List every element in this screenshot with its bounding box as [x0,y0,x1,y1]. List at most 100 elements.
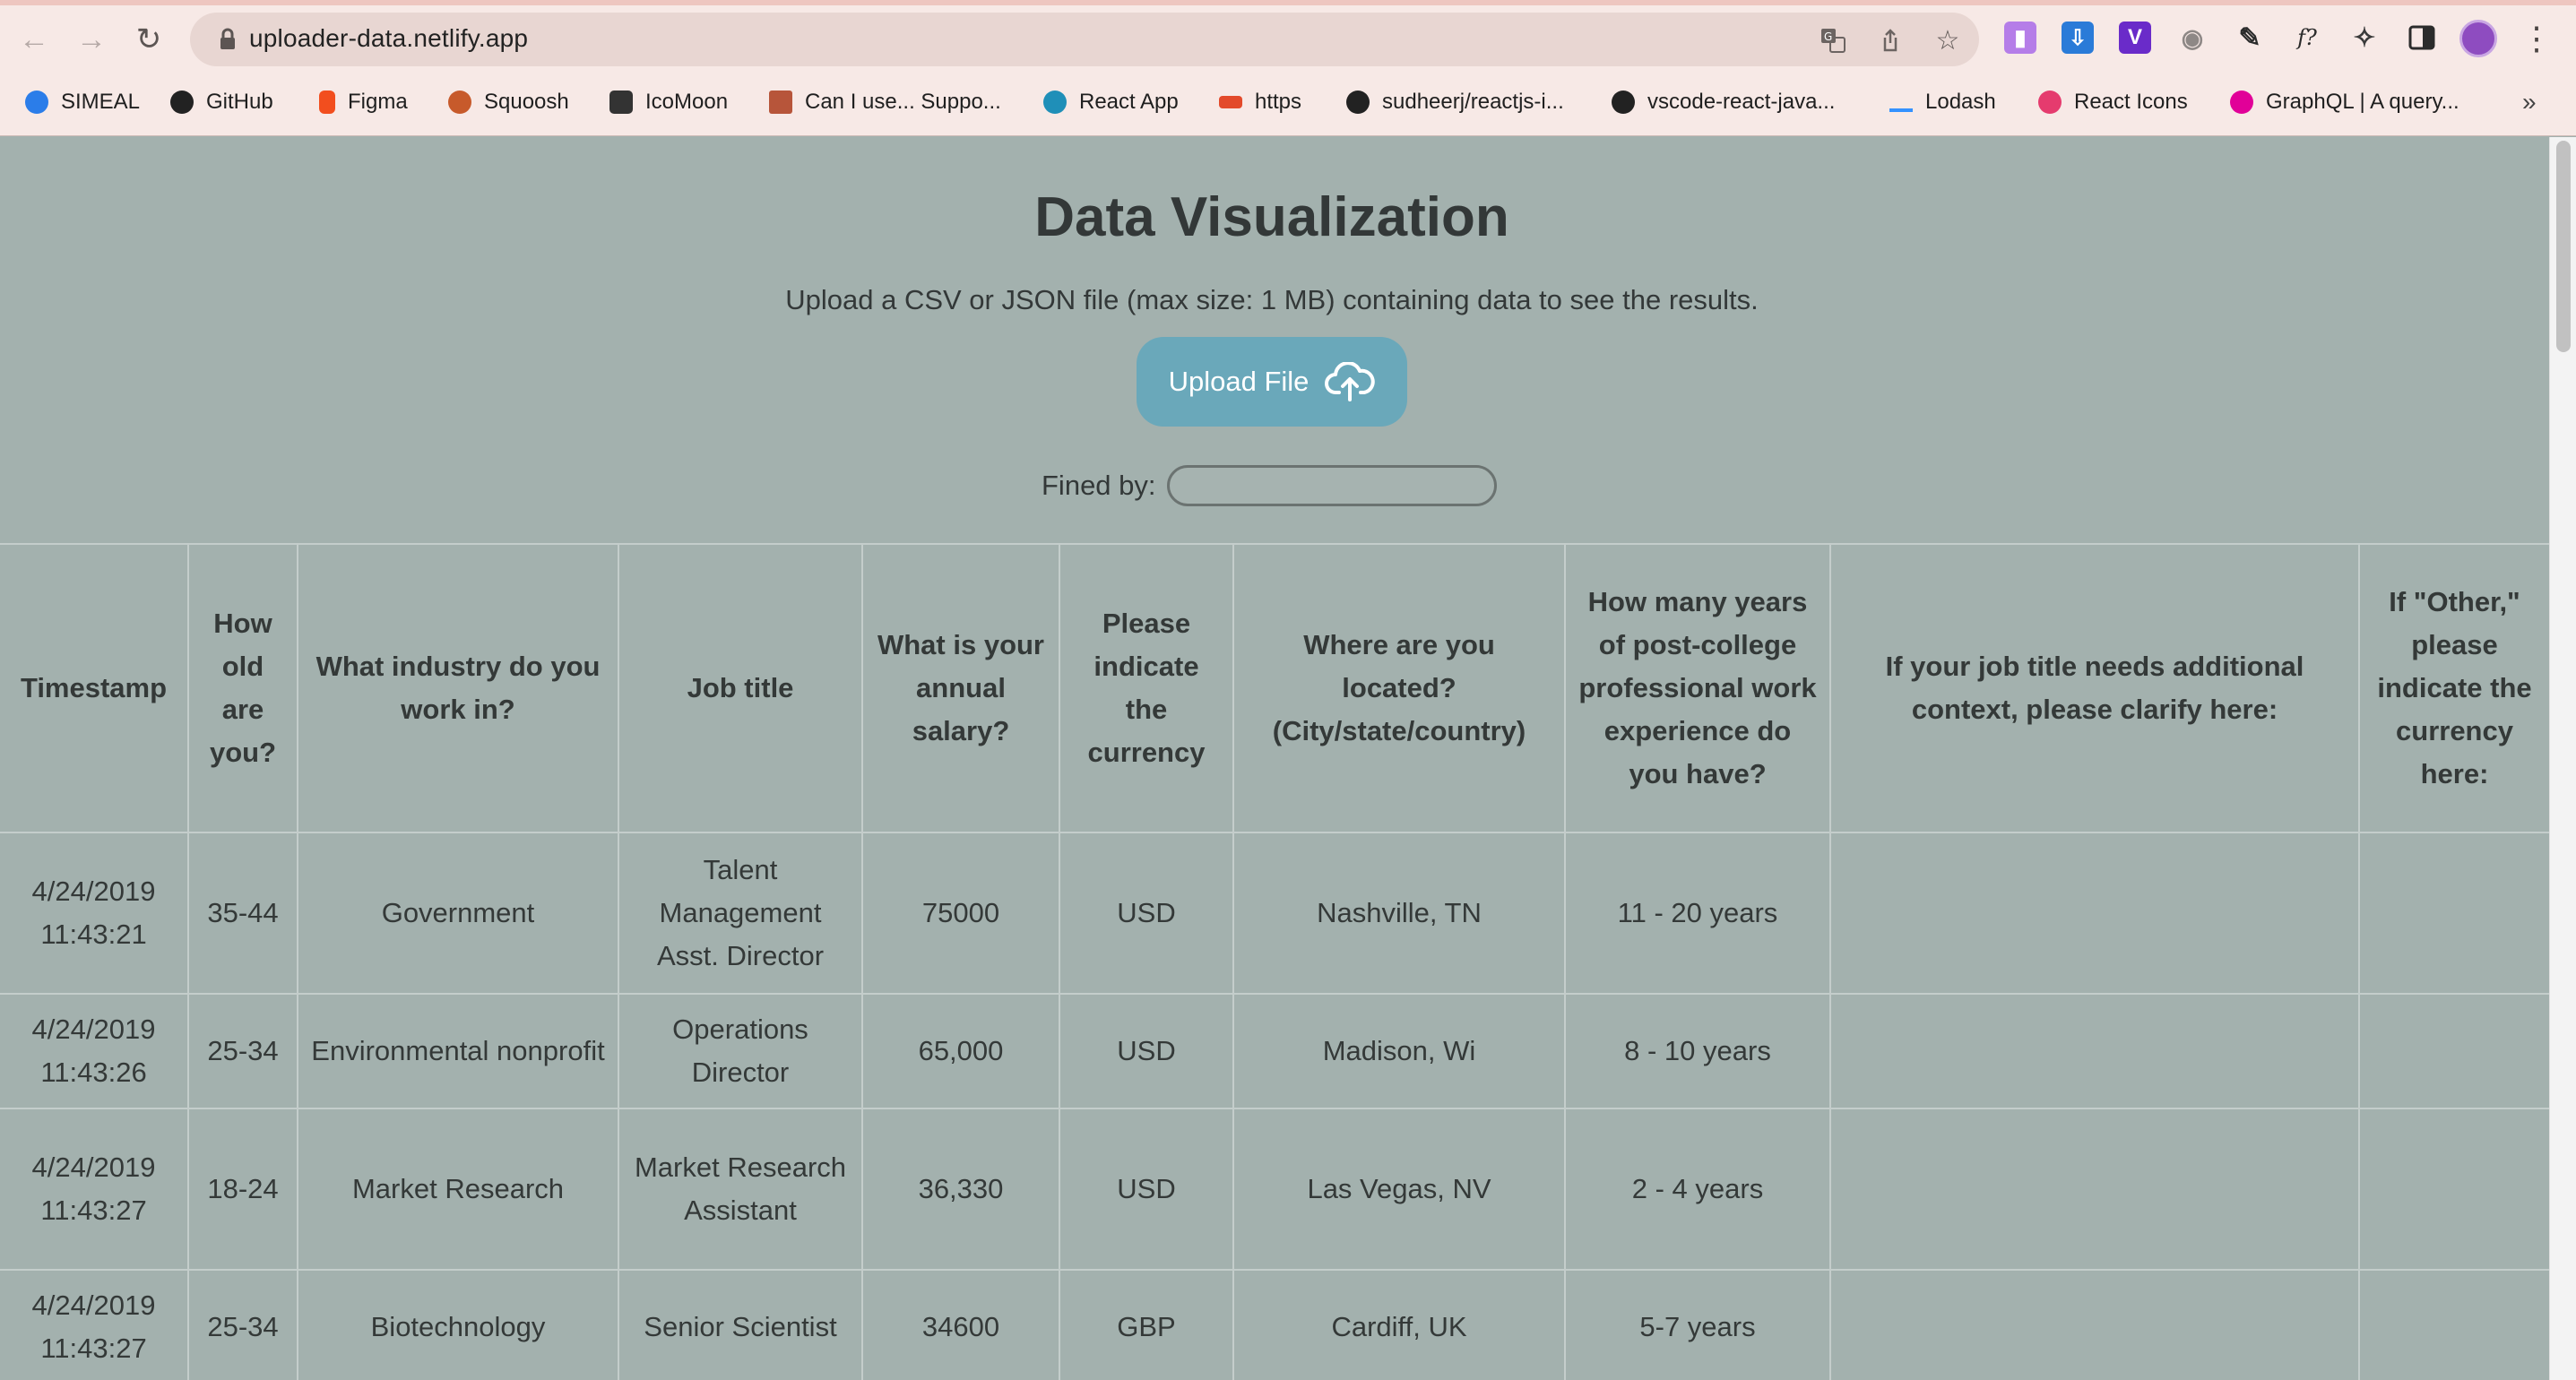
table-cell [2358,993,2549,1109]
scrollbar-thumb[interactable] [2556,141,2571,352]
lock-icon [220,28,235,49]
table-cell: USD [1059,993,1234,1109]
page-scrollbar[interactable] [2549,137,2576,1380]
color-picker-icon[interactable]: ✎ [2234,22,2266,54]
table-cell [1829,1269,2360,1380]
github-icon [170,91,194,114]
bookmark-item[interactable]: React App [1043,82,1179,122]
table-row: 4/24/2019 11:43:26 25-34 Environmental n… [0,993,2549,1109]
bookmark-item[interactable]: Figma [319,82,408,122]
https-icon [1219,96,1242,108]
bookmark-item[interactable]: Squoosh [448,82,569,122]
table-cell: Environmental nonprofit [297,993,619,1109]
column-header[interactable]: If your job title needs additional conte… [1829,543,2360,833]
table-header-row: Timestamp How old are you? What industry… [0,543,2549,833]
column-header[interactable]: What is your annual salary? [861,543,1060,833]
table-cell: USD [1059,1108,1234,1271]
table-cell: 4/24/2019 11:43:27 [0,1269,189,1380]
table-cell: Nashville, TN [1232,832,1566,995]
browser-chrome: ← → ↻ uploader-data.netlify.app G ☆ ▮ ⇩ … [0,0,2576,136]
extensions-puzzle-icon[interactable]: ✧ [2348,22,2381,54]
table-cell [2358,832,2549,995]
menu-kebab-icon[interactable]: ⋮ [2519,18,2554,59]
graphql-icon [2230,91,2253,114]
bookmark-item[interactable]: GraphQL | A query... [2230,82,2459,122]
table-row: 4/24/2019 11:43:21 35-44 Government Tale… [0,832,2549,995]
data-table: Timestamp How old are you? What industry… [0,543,2549,1380]
column-header[interactable]: If "Other," please indicate the currency… [2358,543,2549,833]
react-icon [1043,91,1067,114]
table-cell: 4/24/2019 11:43:26 [0,993,189,1109]
table-cell: 18-24 [187,1108,298,1271]
table-cell: 11 - 20 years [1564,832,1831,995]
svg-text:G: G [1824,30,1832,43]
extension-tag-icon[interactable]: ▮ [2004,22,2036,54]
table-row: 4/24/2019 11:43:27 25-34 Biotechnology S… [0,1269,2549,1380]
table-cell: Cardiff, UK [1232,1269,1566,1380]
table-cell [2358,1108,2549,1271]
column-header[interactable]: Where are you located? (City/state/count… [1232,543,1566,833]
camera-icon[interactable]: ◉ [2176,22,2209,54]
cloud-upload-icon [1325,362,1376,401]
address-url[interactable]: uploader-data.netlify.app [249,24,528,53]
bookmark-item[interactable]: sudheerj/reactjs-i... [1346,82,1564,122]
table-cell: 5-7 years [1564,1269,1831,1380]
table-cell: GBP [1059,1269,1234,1380]
table-cell: 4/24/2019 11:43:27 [0,1108,189,1271]
table-cell [1829,832,2360,995]
vimeo-extension-icon[interactable]: V [2119,22,2151,54]
translate-icon[interactable]: G [1818,25,1848,56]
page-content: Data Visualization Upload a CSV or JSON … [0,137,2549,1380]
table-cell [1829,1108,2360,1271]
bookmark-item[interactable]: GitHub [170,82,273,122]
lodash-icon [1889,108,1913,112]
bookmark-star-icon[interactable]: ☆ [1932,25,1963,56]
table-cell: 4/24/2019 11:43:21 [0,832,189,995]
table-cell: Madison, Wi [1232,993,1566,1109]
table-cell: Talent Management Asst. Director [618,832,863,995]
table-cell: Government [297,832,619,995]
bookmark-item[interactable]: IcoMoon [609,82,728,122]
bookmark-item[interactable]: SIMEAL [25,82,140,122]
bookmark-item[interactable]: Lodash [1889,82,1996,122]
forward-arrow-icon[interactable]: → [70,18,113,61]
bookmarks-overflow-chevron-icon[interactable]: » [2522,82,2537,122]
upload-file-button[interactable]: Upload File [1137,337,1407,427]
reload-icon[interactable]: ↻ [127,18,170,61]
bookmark-item[interactable]: Can I use... Suppo... [769,82,1001,122]
column-header[interactable]: How many years of post-college professio… [1564,543,1831,833]
table-cell: 36,330 [861,1108,1060,1271]
filter-row: Fined by: [1042,463,1497,508]
column-header[interactable]: Timestamp [0,543,189,833]
profile-avatar[interactable] [2459,20,2497,57]
table-cell: 2 - 4 years [1564,1108,1831,1271]
filter-input[interactable] [1166,465,1497,506]
table-cell [2358,1269,2549,1380]
share-icon[interactable] [1875,25,1906,56]
table-cell: USD [1059,832,1234,995]
column-header[interactable]: What industry do you work in? [297,543,619,833]
font-detect-icon[interactable]: f? [2291,22,2323,54]
table-cell: 8 - 10 years [1564,993,1831,1109]
download-arrow-icon[interactable]: ⇩ [2062,22,2094,54]
window-top-edge [0,0,2576,5]
table-cell: 25-34 [187,1269,298,1380]
page-subtitle: Upload a CSV or JSON file (max size: 1 M… [785,284,1759,315]
bookmarks-bar: SIMEAL GitHub Figma Squoosh IcoMoon Can … [0,82,2576,122]
table-cell: 35-44 [187,832,298,995]
bookmark-item[interactable]: https [1219,82,1301,122]
column-header[interactable]: How old are you? [187,543,298,833]
table-row: 4/24/2019 11:43:27 18-24 Market Research… [0,1108,2549,1271]
table-cell: Las Vegas, NV [1232,1108,1566,1271]
react-icons-icon [2038,91,2062,114]
bookmark-item[interactable]: React Icons [2038,82,2188,122]
column-header[interactable]: Job title [618,543,863,833]
sidebar-panel-icon[interactable] [2406,22,2438,54]
table-cell: Senior Scientist [618,1269,863,1380]
back-arrow-icon[interactable]: ← [13,18,56,61]
bookmark-item[interactable]: vscode-react-java... [1612,82,1835,122]
table-cell: Market Research [297,1108,619,1271]
address-bar[interactable]: uploader-data.netlify.app G ☆ [190,13,1979,66]
column-header[interactable]: Please indicate the currency [1059,543,1234,833]
caniuse-icon [769,91,792,114]
